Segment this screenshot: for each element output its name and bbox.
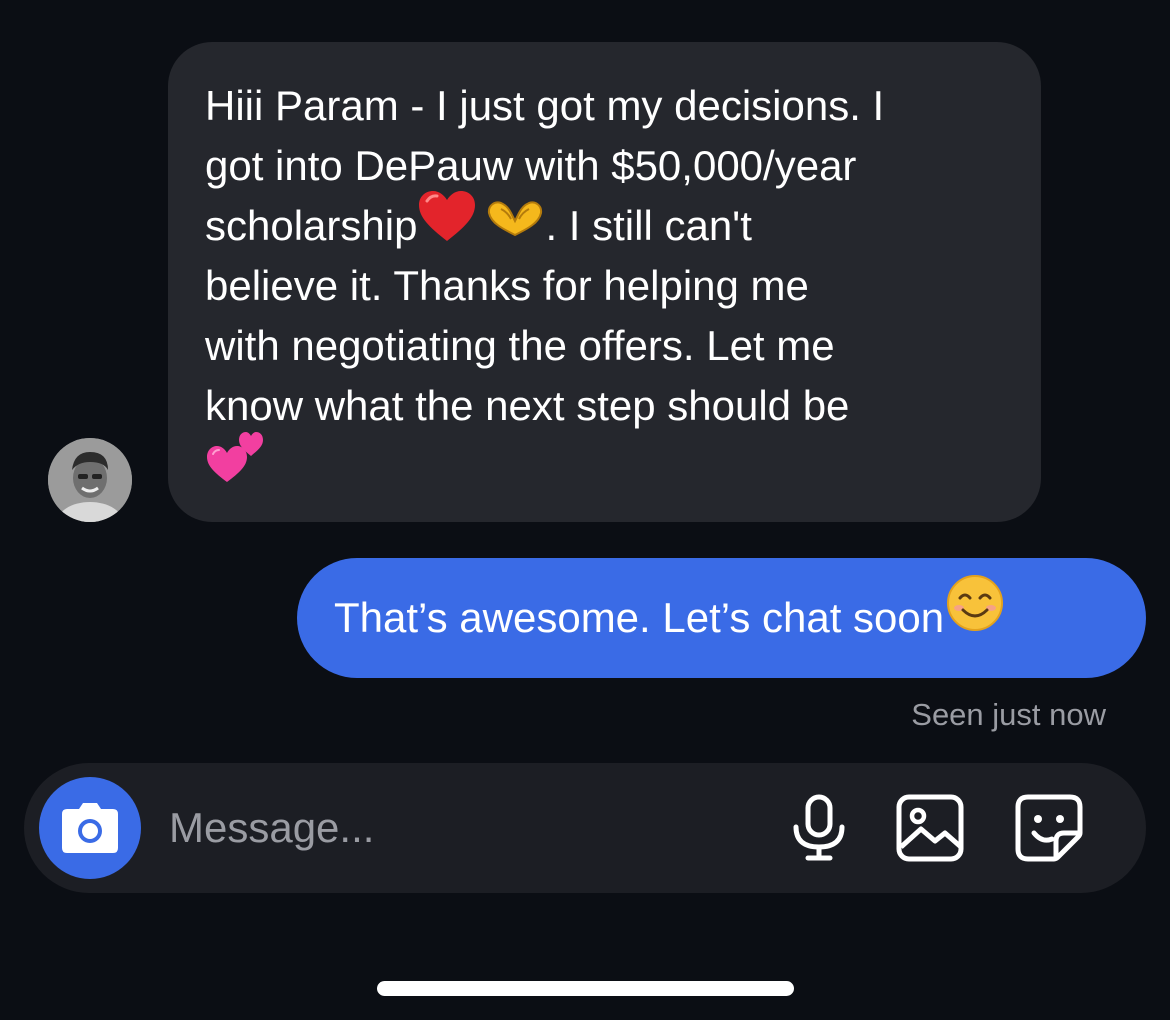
sticker-icon — [1015, 794, 1083, 862]
outgoing-message-bubble[interactable]: That’s awesome. Let’s chat soon — [297, 558, 1146, 678]
image-icon — [896, 794, 964, 862]
message-composer — [24, 763, 1146, 893]
red-heart-icon — [417, 189, 477, 261]
outgoing-message-text: That’s awesome. Let’s chat soon — [334, 594, 945, 641]
incoming-message-line: with negotiating the offers. Let me — [205, 322, 835, 369]
incoming-message-line: know what the next step should be — [205, 382, 850, 429]
incoming-message-text: . I still can't — [545, 202, 752, 249]
incoming-message-bubble[interactable]: Hiii Param - I just got my decisions. I … — [168, 42, 1041, 522]
two-hearts-icon — [205, 428, 267, 502]
sticker-button[interactable] — [1014, 793, 1084, 863]
seen-status: Seen just now — [911, 697, 1106, 732]
microphone-button[interactable] — [784, 793, 854, 863]
incoming-message-line — [205, 432, 1005, 496]
incoming-message-line-with-emoji: scholarship . I still can't — [205, 190, 1005, 256]
heart-hands-icon — [485, 195, 545, 255]
microphone-icon — [793, 794, 845, 861]
incoming-message-text: scholarship — [205, 202, 418, 249]
camera-icon — [62, 803, 118, 853]
incoming-message-line: got into DePauw with $50,000/year — [205, 142, 857, 189]
smiling-face-icon — [946, 558, 1004, 678]
incoming-message-line: believe it. Thanks for helping me — [205, 262, 809, 309]
sender-avatar[interactable] — [48, 438, 132, 522]
camera-button[interactable] — [39, 777, 141, 879]
gallery-button[interactable] — [895, 793, 965, 863]
message-input[interactable] — [169, 801, 729, 855]
chat-screen: Hiii Param - I just got my decisions. I … — [0, 0, 1170, 1020]
incoming-message-line: Hiii Param - I just got my decisions. I — [205, 82, 885, 129]
home-indicator[interactable] — [377, 981, 794, 996]
